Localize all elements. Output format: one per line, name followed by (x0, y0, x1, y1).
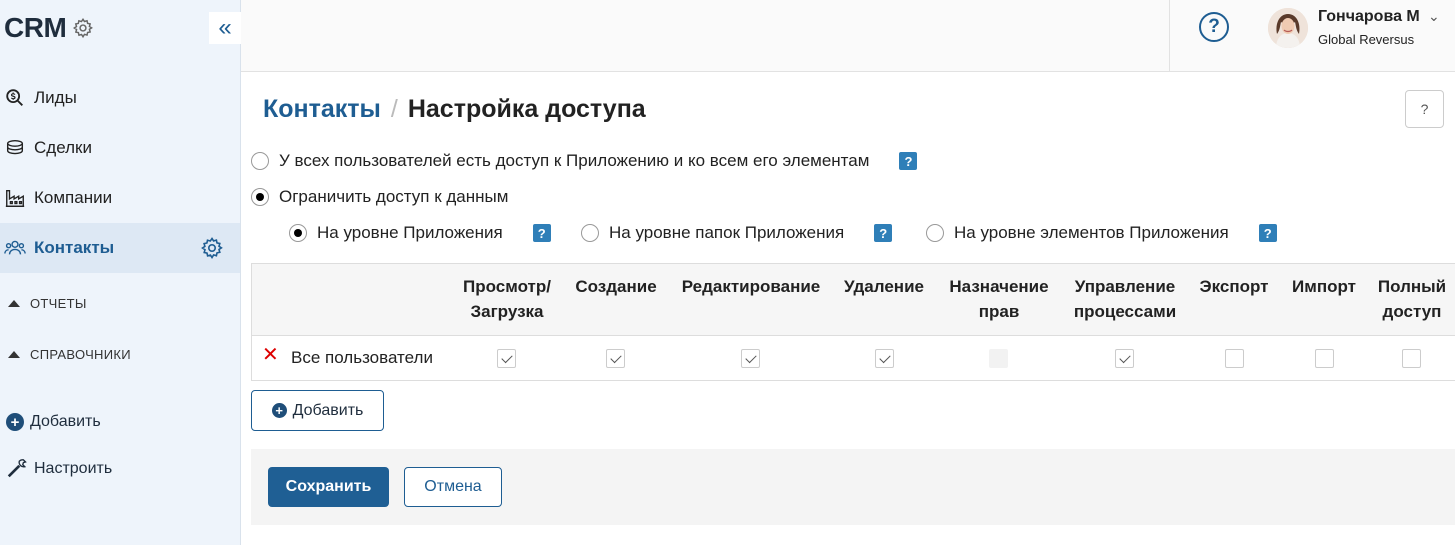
topbar-divider (1169, 0, 1170, 72)
radio-level-elements[interactable] (926, 224, 944, 242)
sidebar-configure-button[interactable]: Настроить (6, 458, 112, 480)
avatar[interactable] (1268, 8, 1308, 48)
app-logo-text: CRM (4, 12, 67, 43)
plus-circle-icon: + (271, 403, 287, 418)
top-bar: ? Гончарова М ⌄ Global Reversus (241, 0, 1455, 72)
column-header-assign-rights: Назначение прав (949, 277, 1049, 321)
column-header-import: Импорт (1292, 277, 1356, 296)
checkbox-create[interactable] (606, 349, 625, 368)
save-button[interactable]: Сохранить (268, 467, 389, 507)
breadcrumb-contacts-link[interactable]: Контакты (263, 95, 381, 124)
cancel-button[interactable]: Отмена (404, 467, 502, 507)
sidebar-group-directories[interactable]: СПРАВОЧНИКИ (8, 347, 131, 362)
help-icon: ? (1420, 101, 1429, 117)
help-circle-icon[interactable]: ? (1199, 12, 1229, 42)
column-header-export: Экспорт (1199, 277, 1269, 296)
radio-access-all[interactable] (251, 152, 269, 170)
sidebar-item-label: Сделки (34, 138, 92, 157)
access-option-restrict-label: Ограничить доступ к данным (279, 187, 509, 206)
app-logo[interactable]: CRM (4, 12, 94, 44)
sidebar-add-label: Добавить (30, 413, 101, 430)
user-name[interactable]: Гончарова М (1318, 8, 1420, 26)
level-option-elements[interactable]: На уровне элементов Приложения ? (926, 223, 1277, 243)
sidebar-item-companies[interactable]: Компании (0, 173, 240, 223)
column-header-delete: Удаление (844, 277, 924, 296)
plus-circle-icon: + (6, 413, 24, 431)
page-help-button[interactable]: ? (1405, 90, 1444, 128)
help-badge-icon[interactable]: ? (1258, 224, 1277, 242)
radio-level-app[interactable] (289, 224, 307, 242)
user-photo-icon (1268, 8, 1308, 48)
access-option-restrict[interactable]: Ограничить доступ к данным (251, 187, 508, 207)
level-option-app[interactable]: На уровне Приложения ? (289, 223, 551, 243)
access-option-all-label: У всех пользователей есть доступ к Прило… (279, 151, 870, 170)
column-header-manage-processes: Управление процессами (1073, 277, 1177, 321)
breadcrumb-separator: / (390, 95, 398, 123)
radio-access-restrict[interactable] (251, 188, 269, 206)
user-organization: Global Reversus (1318, 32, 1415, 47)
page-title: Настройка доступа (407, 95, 646, 123)
remove-row-icon[interactable]: ✕ (262, 345, 279, 365)
sidebar-item-leads[interactable]: Лиды (0, 73, 240, 123)
caret-up-icon (8, 300, 20, 307)
column-header-edit: Редактирование (681, 277, 821, 296)
sidebar-item-label: Лиды (34, 88, 77, 107)
checkbox-export[interactable] (1225, 349, 1244, 368)
checkbox-full-access[interactable] (1402, 349, 1421, 368)
checkbox-delete[interactable] (875, 349, 894, 368)
collapse-sidebar-button[interactable]: « (209, 12, 241, 44)
level-option-folders[interactable]: На уровне папок Приложения ? (581, 223, 893, 243)
factory-icon (5, 189, 25, 207)
level-option-folders-label: На уровне папок Приложения (609, 223, 845, 242)
caret-up-icon (8, 351, 20, 358)
gear-icon[interactable] (72, 17, 94, 39)
radio-level-folders[interactable] (581, 224, 599, 242)
checkbox-edit[interactable] (741, 349, 760, 368)
search-dollar-icon (6, 89, 23, 106)
help-badge-icon[interactable]: ? (532, 224, 551, 242)
users-icon (4, 240, 26, 255)
checkbox-manage-processes[interactable] (1115, 349, 1134, 368)
permissions-table-header: Просмотр/Загрузка Создание Редактировани… (252, 264, 1455, 336)
gear-icon[interactable] (200, 236, 224, 260)
sidebar-item-label: Контакты (34, 238, 115, 257)
wrench-icon (7, 459, 27, 478)
sidebar-configure-label: Настроить (34, 460, 113, 477)
column-header-view: Просмотр/Загрузка (463, 277, 551, 321)
column-header-full-access: Полный доступ (1377, 277, 1447, 321)
table-row: ✕ Все пользователи (252, 336, 1455, 381)
sidebar-group-label: ОТЧЕТЫ (30, 296, 87, 311)
help-badge-icon[interactable]: ? (874, 224, 893, 242)
row-label-all-users: Все пользователи (291, 348, 433, 367)
checkbox-view[interactable] (497, 349, 516, 368)
sidebar-group-label: СПРАВОЧНИКИ (30, 347, 131, 362)
permissions-table: Просмотр/Загрузка Создание Редактировани… (251, 263, 1455, 381)
sidebar: CRM « Лиды Сделки Компании Контакты ОТЧЕ… (0, 0, 241, 545)
access-option-all[interactable]: У всех пользователей есть доступ к Прило… (251, 151, 918, 171)
double-chevron-left-icon: « (218, 14, 232, 41)
level-option-elements-label: На уровне элементов Приложения (954, 223, 1229, 242)
add-permission-button[interactable]: + Добавить (251, 390, 384, 431)
form-footer: Сохранить Отмена (251, 449, 1455, 525)
breadcrumb: Контакты / Настройка доступа (263, 95, 646, 124)
chevron-down-icon[interactable]: ⌄ (1428, 8, 1440, 25)
sidebar-add-button[interactable]: + Добавить (6, 413, 101, 431)
sidebar-item-contacts[interactable]: Контакты (0, 223, 240, 273)
checkbox-assign-rights (989, 349, 1008, 368)
checkbox-import[interactable] (1315, 349, 1334, 368)
column-header-create: Создание (575, 277, 657, 296)
level-option-app-label: На уровне Приложения (317, 223, 503, 242)
sidebar-item-deals[interactable]: Сделки (0, 123, 240, 173)
sidebar-item-label: Компании (34, 188, 113, 207)
sidebar-group-reports[interactable]: ОТЧЕТЫ (8, 296, 87, 311)
add-permission-label: Добавить (292, 401, 364, 419)
coins-icon (6, 139, 24, 155)
help-badge-icon[interactable]: ? (899, 152, 918, 170)
